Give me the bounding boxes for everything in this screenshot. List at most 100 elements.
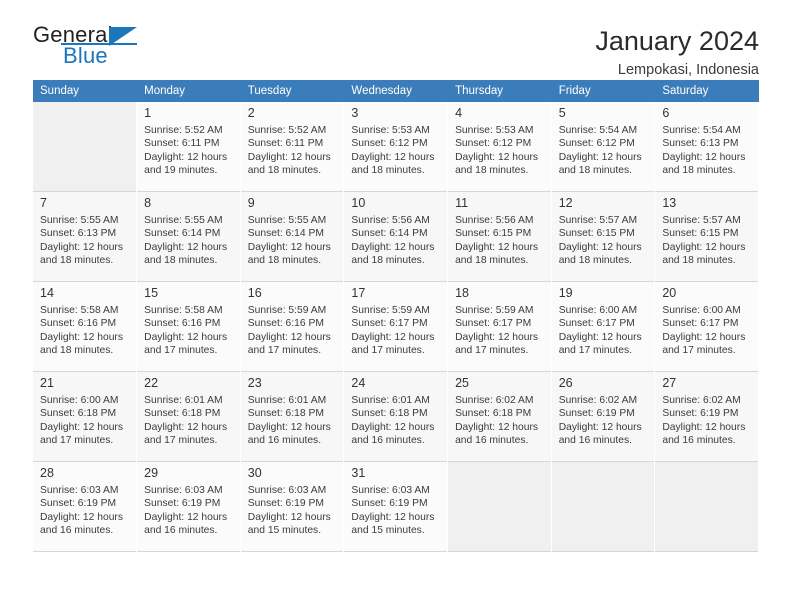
calendar-cell-empty (654, 461, 759, 552)
calendar-week-row: 28 Sunrise: 6:03 AM Sunset: 6:19 PM Dayli… (33, 461, 759, 552)
day-cell-content: 18 Sunrise: 5:59 AM Sunset: 6:17 PM Dayli… (448, 282, 551, 371)
day-number: 27 (662, 376, 677, 390)
sun-times-detail: Sunrise: 6:02 AM Sunset: 6:18 PM Dayligh… (455, 395, 539, 447)
sun-times-detail: Sunrise: 5:55 AM Sunset: 6:14 PM Dayligh… (247, 215, 331, 267)
day-number: 4 (455, 106, 463, 120)
day-cell-content: 7 Sunrise: 5:55 AM Sunset: 6:13 PM Daylig… (33, 192, 136, 281)
calendar-day-cell[interactable]: 15 Sunrise: 5:58 AM Sunset: 6:16 PM Dayli… (136, 281, 241, 372)
calendar-cell-empty (33, 102, 138, 192)
day-cell-content: 15 Sunrise: 5:58 AM Sunset: 6:16 PM Dayli… (137, 282, 240, 371)
weekday-header-friday: Friday (551, 80, 656, 102)
calendar-day-cell[interactable]: 7 Sunrise: 5:55 AM Sunset: 6:13 PM Daylig… (33, 191, 138, 282)
day-cell-content: 10 Sunrise: 5:56 AM Sunset: 6:14 PM Dayli… (344, 192, 447, 281)
day-cell-content (33, 102, 136, 191)
weekday-header-sunday: Sunday (33, 80, 138, 102)
calendar-week-row: 14 Sunrise: 5:58 AM Sunset: 6:16 PM Dayli… (33, 281, 759, 372)
weekday-header-monday: Monday (136, 80, 241, 102)
day-number: 5 (558, 106, 566, 120)
day-number: 12 (558, 196, 573, 210)
day-cell-content: 9 Sunrise: 5:55 AM Sunset: 6:14 PM Daylig… (241, 192, 344, 281)
calendar-day-cell[interactable]: 13 Sunrise: 5:57 AM Sunset: 6:15 PM Dayli… (654, 191, 759, 282)
day-number: 24 (351, 376, 366, 390)
calendar-day-cell[interactable]: 31 Sunrise: 6:03 AM Sunset: 6:19 PM Dayli… (343, 461, 449, 552)
day-number: 23 (247, 376, 262, 390)
calendar-day-cell[interactable]: 17 Sunrise: 5:59 AM Sunset: 6:17 PM Dayli… (343, 281, 449, 372)
sun-times-detail: Sunrise: 5:58 AM Sunset: 6:16 PM Dayligh… (144, 305, 228, 357)
day-cell-content: 4 Sunrise: 5:53 AM Sunset: 6:12 PM Daylig… (448, 102, 551, 191)
day-cell-content: 13 Sunrise: 5:57 AM Sunset: 6:15 PM Dayli… (655, 192, 758, 281)
calendar-day-cell[interactable]: 19 Sunrise: 6:00 AM Sunset: 6:17 PM Dayli… (551, 281, 656, 372)
day-cell-content: 24 Sunrise: 6:01 AM Sunset: 6:18 PM Dayli… (344, 372, 447, 461)
sun-times-detail: Sunrise: 5:54 AM Sunset: 6:13 PM Dayligh… (662, 125, 746, 177)
calendar-day-cell[interactable]: 27 Sunrise: 6:02 AM Sunset: 6:19 PM Dayli… (654, 371, 759, 462)
day-cell-content: 14 Sunrise: 5:58 AM Sunset: 6:16 PM Dayli… (33, 282, 136, 371)
sun-times-detail: Sunrise: 6:01 AM Sunset: 6:18 PM Dayligh… (144, 395, 228, 447)
sun-times-detail: Sunrise: 5:59 AM Sunset: 6:17 PM Dayligh… (455, 305, 539, 357)
sun-times-detail: Sunrise: 5:53 AM Sunset: 6:12 PM Dayligh… (351, 125, 435, 177)
sun-times-detail: Sunrise: 5:55 AM Sunset: 6:14 PM Dayligh… (144, 215, 228, 267)
day-number: 8 (144, 196, 152, 210)
calendar-day-cell[interactable]: 1 Sunrise: 5:52 AM Sunset: 6:11 PM Daylig… (136, 102, 241, 192)
calendar-day-cell[interactable]: 25 Sunrise: 6:02 AM Sunset: 6:18 PM Dayli… (447, 371, 552, 462)
day-number: 31 (351, 466, 366, 480)
general-blue-logo[interactable]: General Blue (33, 24, 153, 70)
day-cell-content: 17 Sunrise: 5:59 AM Sunset: 6:17 PM Dayli… (344, 282, 447, 371)
calendar-day-cell[interactable]: 12 Sunrise: 5:57 AM Sunset: 6:15 PM Dayli… (551, 191, 656, 282)
calendar-day-cell[interactable]: 9 Sunrise: 5:55 AM Sunset: 6:14 PM Daylig… (240, 191, 345, 282)
calendar-header-row: Sunday Monday Tuesday Wednesday Thursday Frid… (33, 80, 759, 102)
calendar-day-cell[interactable]: 20 Sunrise: 6:00 AM Sunset: 6:17 PM Dayli… (654, 281, 759, 372)
day-number: 29 (144, 466, 159, 480)
day-number: 28 (40, 466, 54, 480)
day-number: 30 (247, 466, 262, 480)
sun-times-detail: Sunrise: 6:01 AM Sunset: 6:18 PM Dayligh… (247, 395, 331, 447)
calendar-day-cell[interactable]: 28 Sunrise: 6:03 AM Sunset: 6:19 PM Dayli… (33, 461, 138, 552)
day-number: 19 (558, 286, 573, 300)
calendar-day-cell[interactable]: 23 Sunrise: 6:01 AM Sunset: 6:18 PM Dayli… (240, 371, 345, 462)
calendar-cell-empty (447, 461, 552, 552)
calendar-day-cell[interactable]: 6 Sunrise: 5:54 AM Sunset: 6:13 PM Daylig… (654, 102, 759, 192)
day-cell-content: 29 Sunrise: 6:03 AM Sunset: 6:19 PM Dayli… (137, 462, 240, 551)
day-cell-content: 8 Sunrise: 5:55 AM Sunset: 6:14 PM Daylig… (137, 192, 240, 281)
calendar-day-cell[interactable]: 26 Sunrise: 6:02 AM Sunset: 6:19 PM Dayli… (551, 371, 656, 462)
page-header: General Blue January 2024 Lempokasi, Ind… (33, 0, 759, 79)
calendar-day-cell[interactable]: 24 Sunrise: 6:01 AM Sunset: 6:18 PM Dayli… (343, 371, 449, 462)
day-number: 6 (662, 106, 670, 120)
day-cell-content (448, 462, 551, 551)
calendar-day-cell[interactable]: 21 Sunrise: 6:00 AM Sunset: 6:18 PM Dayli… (33, 371, 138, 462)
day-cell-content: 27 Sunrise: 6:02 AM Sunset: 6:19 PM Dayli… (655, 372, 758, 461)
weekday-header-tuesday: Tuesday (240, 80, 345, 102)
sun-times-detail: Sunrise: 5:57 AM Sunset: 6:15 PM Dayligh… (558, 215, 642, 267)
day-cell-content: 2 Sunrise: 5:52 AM Sunset: 6:11 PM Daylig… (241, 102, 344, 191)
day-number: 2 (247, 106, 255, 120)
calendar-day-cell[interactable]: 4 Sunrise: 5:53 AM Sunset: 6:12 PM Daylig… (447, 102, 552, 192)
day-number: 7 (40, 196, 47, 210)
sun-times-detail: Sunrise: 6:03 AM Sunset: 6:19 PM Dayligh… (40, 485, 123, 537)
calendar-day-cell[interactable]: 3 Sunrise: 5:53 AM Sunset: 6:12 PM Daylig… (343, 102, 449, 192)
day-number: 1 (144, 106, 152, 120)
sun-times-detail: Sunrise: 6:00 AM Sunset: 6:17 PM Dayligh… (662, 305, 746, 357)
calendar-day-cell[interactable]: 29 Sunrise: 6:03 AM Sunset: 6:19 PM Dayli… (136, 461, 241, 552)
day-cell-content (552, 462, 655, 551)
calendar-day-cell[interactable]: 18 Sunrise: 5:59 AM Sunset: 6:17 PM Dayli… (447, 281, 552, 372)
sun-times-detail: Sunrise: 6:03 AM Sunset: 6:19 PM Dayligh… (351, 485, 435, 537)
calendar-day-cell[interactable]: 30 Sunrise: 6:03 AM Sunset: 6:19 PM Dayli… (240, 461, 345, 552)
sun-times-detail: Sunrise: 5:52 AM Sunset: 6:11 PM Dayligh… (247, 125, 331, 177)
day-cell-content: 31 Sunrise: 6:03 AM Sunset: 6:19 PM Dayli… (344, 462, 447, 551)
sun-times-detail: Sunrise: 6:02 AM Sunset: 6:19 PM Dayligh… (558, 395, 642, 447)
day-number: 21 (40, 376, 54, 390)
calendar-body: 1 Sunrise: 5:52 AM Sunset: 6:11 PM Daylig… (33, 102, 759, 552)
day-number: 25 (455, 376, 469, 390)
calendar-day-cell[interactable]: 10 Sunrise: 5:56 AM Sunset: 6:14 PM Dayli… (343, 191, 449, 282)
calendar-day-cell[interactable]: 5 Sunrise: 5:54 AM Sunset: 6:12 PM Daylig… (551, 102, 656, 192)
calendar-day-cell[interactable]: 11 Sunrise: 5:56 AM Sunset: 6:15 PM Dayli… (447, 191, 552, 282)
sun-times-detail: Sunrise: 6:00 AM Sunset: 6:17 PM Dayligh… (558, 305, 642, 357)
calendar-day-cell[interactable]: 14 Sunrise: 5:58 AM Sunset: 6:16 PM Dayli… (33, 281, 138, 372)
sun-times-detail: Sunrise: 5:55 AM Sunset: 6:13 PM Dayligh… (40, 215, 123, 267)
calendar-day-cell[interactable]: 8 Sunrise: 5:55 AM Sunset: 6:14 PM Daylig… (136, 191, 241, 282)
day-cell-content: 16 Sunrise: 5:59 AM Sunset: 6:16 PM Dayli… (241, 282, 344, 371)
day-cell-content: 12 Sunrise: 5:57 AM Sunset: 6:15 PM Dayli… (552, 192, 655, 281)
calendar-day-cell[interactable]: 2 Sunrise: 5:52 AM Sunset: 6:11 PM Daylig… (240, 102, 345, 192)
page-subtitle: Lempokasi, Indonesia (617, 62, 759, 79)
calendar-day-cell[interactable]: 16 Sunrise: 5:59 AM Sunset: 6:16 PM Dayli… (240, 281, 345, 372)
calendar-day-cell[interactable]: 22 Sunrise: 6:01 AM Sunset: 6:18 PM Dayli… (136, 371, 241, 462)
